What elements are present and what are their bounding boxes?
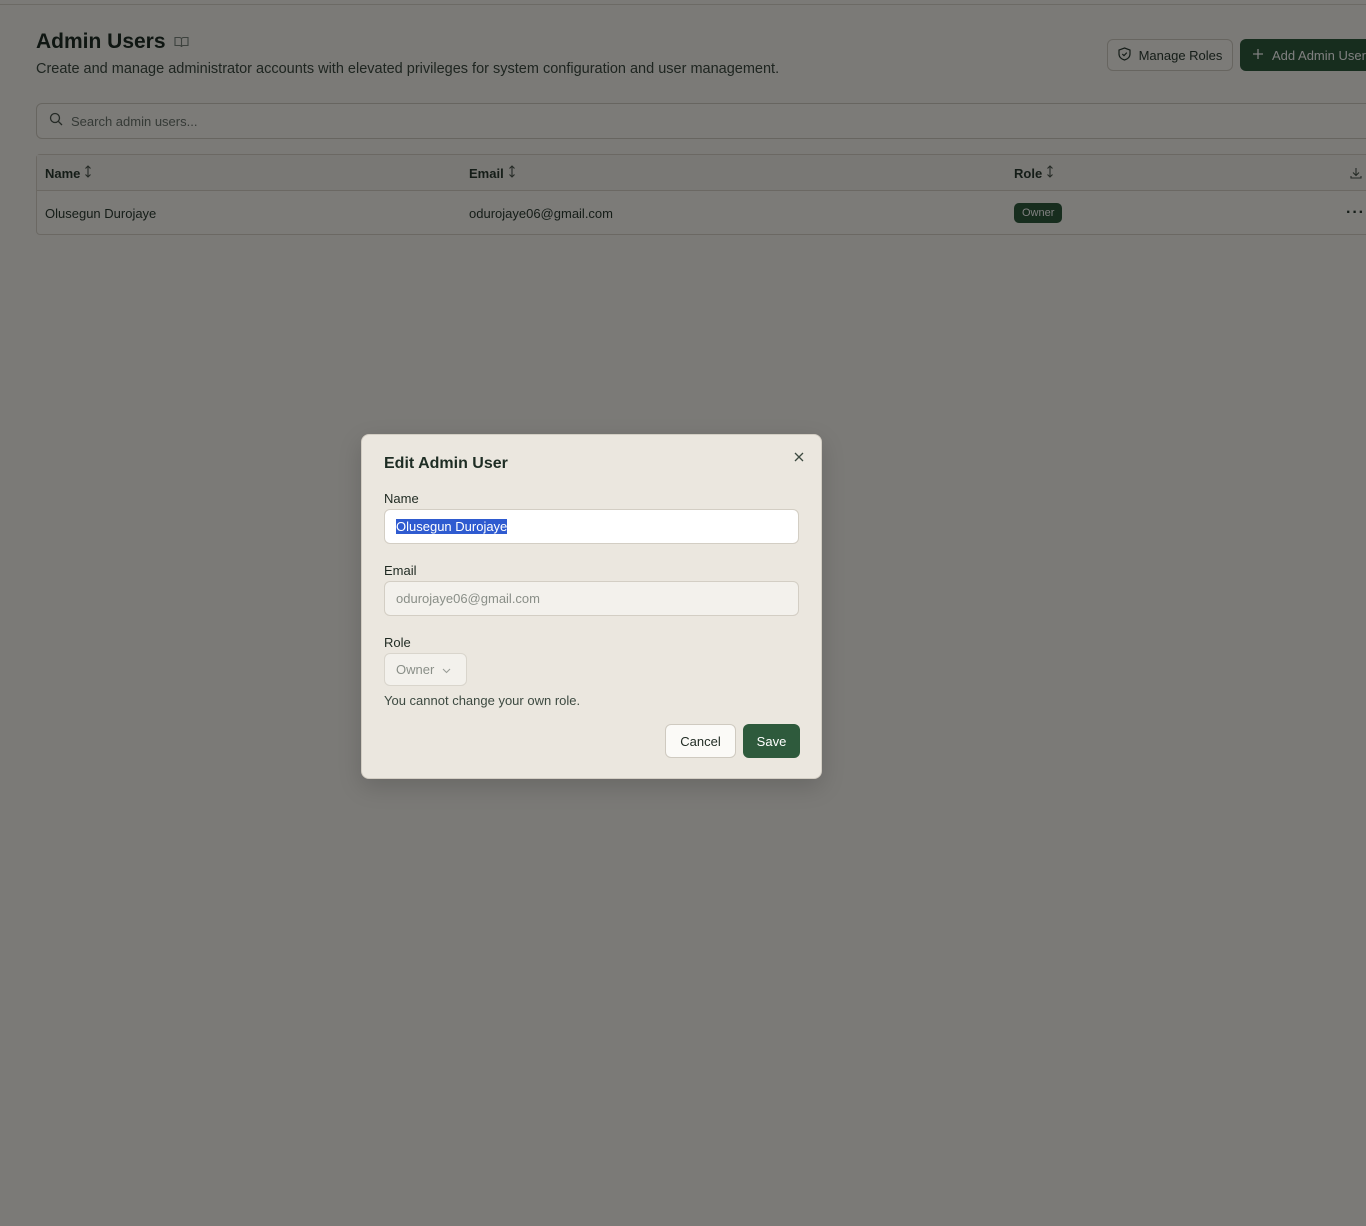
cancel-button[interactable]: Cancel	[665, 724, 736, 758]
email-field-value: odurojaye06@gmail.com	[396, 591, 540, 606]
close-icon[interactable]	[792, 450, 806, 464]
save-button[interactable]: Save	[743, 724, 800, 758]
role-select-value: Owner	[396, 662, 435, 677]
name-label: Name	[384, 491, 419, 506]
role-hint: You cannot change your own role.	[384, 693, 581, 708]
dialog-title: Edit Admin User	[384, 455, 508, 472]
name-field[interactable]: Olusegun Durojaye	[384, 509, 799, 544]
role-select: Owner	[384, 653, 467, 686]
chevron-down-icon	[442, 662, 451, 677]
email-label: Email	[384, 563, 417, 578]
name-field-value: Olusegun Durojaye	[396, 519, 508, 534]
edit-admin-user-dialog: Edit Admin User Name Olusegun Durojaye E…	[361, 434, 822, 779]
role-label: Role	[384, 635, 411, 650]
email-field: odurojaye06@gmail.com	[384, 581, 799, 616]
